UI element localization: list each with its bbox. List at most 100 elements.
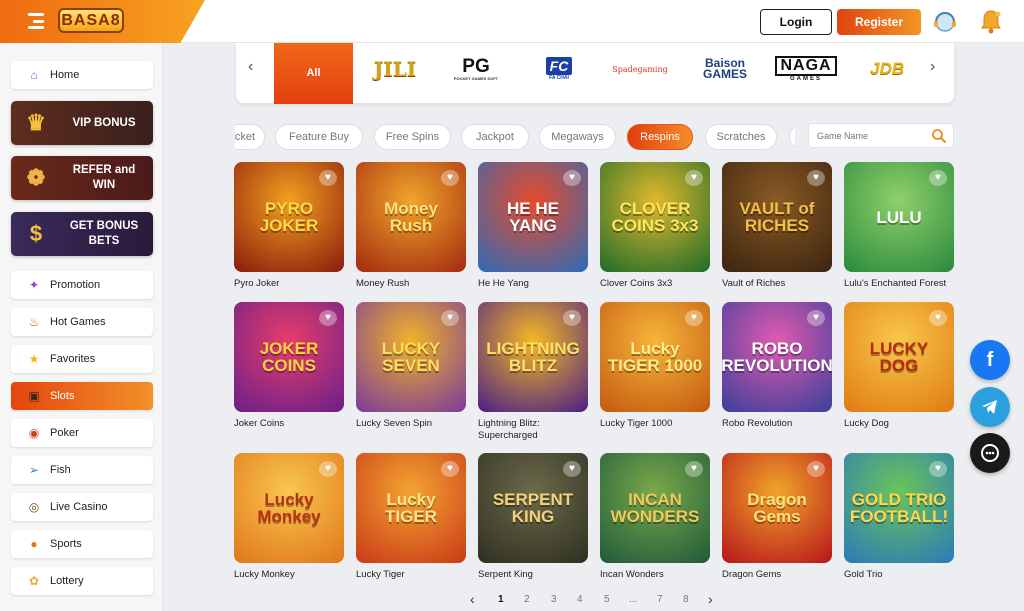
tag-chip[interactable]: Scratches <box>705 124 777 150</box>
favorite-heart-icon[interactable]: ♥ <box>441 170 459 186</box>
sidebar-item-hot-games[interactable]: ♨ Hot Games <box>11 308 153 336</box>
pagination-page[interactable]: 3 <box>551 594 557 605</box>
favorite-heart-icon[interactable]: ♥ <box>929 310 947 326</box>
tag-chip[interactable]: Jackpot <box>461 124 529 150</box>
game-tile[interactable]: CLOVER COINS 3x3 ♥ <box>600 162 710 272</box>
favorite-heart-icon[interactable]: ♥ <box>807 170 825 186</box>
provider-spadegaming[interactable]: Spadegaming <box>606 55 674 83</box>
bonus-card-vip[interactable]: ♛ VIP BONUS <box>11 101 153 145</box>
provider-fc[interactable]: FC FA CHAI <box>540 55 578 83</box>
game-tile[interactable]: INCAN WONDERS ♥ <box>600 453 710 563</box>
sidebar-item-sports[interactable]: ● Sports <box>11 530 153 558</box>
game-tile[interactable]: Lucky TIGER 1000 ♥ <box>600 302 710 412</box>
provider-jili[interactable]: JILI <box>366 55 424 83</box>
tag-chip[interactable]: Free Spins <box>374 124 451 150</box>
game-name[interactable]: Clover Coins 3x3 <box>600 278 715 290</box>
game-tile[interactable]: Lucky Monkey ♥ <box>234 453 344 563</box>
favorite-heart-icon[interactable]: ♥ <box>563 461 581 477</box>
tag-chip[interactable]: Megaways <box>539 124 616 150</box>
game-name-input[interactable] <box>809 124 924 147</box>
favorite-heart-icon[interactable]: ♥ <box>685 170 703 186</box>
game-name[interactable]: Incan Wonders <box>600 569 715 581</box>
bonus-card-refer[interactable]: ❁ REFER and WIN <box>11 156 153 200</box>
pagination-page[interactable]: 1 <box>498 594 504 605</box>
favorite-heart-icon[interactable]: ♥ <box>563 310 581 326</box>
bonus-card-bonus-bets[interactable]: $ GET BONUS BETS <box>11 212 153 256</box>
game-tile[interactable]: PYRO JOKER ♥ <box>234 162 344 272</box>
pagination-page[interactable]: 5 <box>604 594 610 605</box>
site-logo[interactable]: BASA8 <box>58 8 124 33</box>
sidebar-item-promotion[interactable]: ✦ Promotion <box>11 271 153 299</box>
game-name[interactable]: Lucky Dog <box>844 418 959 430</box>
tag-chip[interactable]: cket <box>235 124 265 150</box>
game-name[interactable]: Dragon Gems <box>722 569 837 581</box>
tag-chip[interactable] <box>789 124 795 150</box>
provider-naga[interactable]: NAGA GAMES <box>775 55 837 83</box>
game-name[interactable]: Lucky Tiger <box>356 569 471 581</box>
game-name[interactable]: Vault of Riches <box>722 278 837 290</box>
sidebar-item-live-casino[interactable]: ◎ Live Casino <box>11 493 153 521</box>
game-tile[interactable]: LUCKY SEVEN ♥ <box>356 302 466 412</box>
sidebar-item-lottery[interactable]: ✿ Lottery <box>11 567 153 595</box>
favorite-heart-icon[interactable]: ♥ <box>563 170 581 186</box>
favorite-heart-icon[interactable]: ♥ <box>685 310 703 326</box>
pagination-next-icon[interactable]: › <box>708 591 713 607</box>
favorite-heart-icon[interactable]: ♥ <box>685 461 703 477</box>
sidebar-item-fish[interactable]: ➢ Fish <box>11 456 153 484</box>
favorite-heart-icon[interactable]: ♥ <box>441 461 459 477</box>
pagination-page[interactable]: 7 <box>657 594 663 605</box>
favorite-heart-icon[interactable]: ♥ <box>807 461 825 477</box>
favorite-heart-icon[interactable]: ♥ <box>441 310 459 326</box>
favorite-heart-icon[interactable]: ♥ <box>319 461 337 477</box>
game-tile[interactable]: Lucky TIGER ♥ <box>356 453 466 563</box>
game-name[interactable]: Lucky Tiger 1000 <box>600 418 715 430</box>
telegram-icon[interactable] <box>970 387 1010 427</box>
game-tile[interactable]: ROBO REVOLUTION ♥ <box>722 302 832 412</box>
game-name[interactable]: Gold Trio <box>844 569 959 581</box>
sidebar-item-poker[interactable]: ◉ Poker <box>11 419 153 447</box>
game-tile[interactable]: GOLD TRIO FOOTBALL! ♥ <box>844 453 954 563</box>
sidebar-item-favorites[interactable]: ★ Favorites <box>11 345 153 373</box>
game-tile[interactable]: Dragon Gems ♥ <box>722 453 832 563</box>
game-name[interactable]: Serpent King <box>478 569 593 581</box>
pagination-page[interactable]: 2 <box>524 594 530 605</box>
favorite-heart-icon[interactable]: ♥ <box>929 170 947 186</box>
game-tile[interactable]: Money Rush ♥ <box>356 162 466 272</box>
game-tile[interactable]: LUCKY DOG ♥ <box>844 302 954 412</box>
chevron-right-icon[interactable]: › <box>930 58 935 76</box>
game-tile[interactable]: VAULT of RICHES ♥ <box>722 162 832 272</box>
game-name[interactable]: Lightning Blitz: Supercharged <box>478 418 593 442</box>
game-name[interactable]: Lucky Monkey <box>234 569 349 581</box>
pagination-page[interactable]: 8 <box>683 594 689 605</box>
game-tile[interactable]: HE HE YANG ♥ <box>478 162 588 272</box>
game-name[interactable]: Lucky Seven Spin <box>356 418 471 430</box>
provider-all-tab[interactable]: All <box>274 43 353 104</box>
login-button[interactable]: Login <box>760 9 832 35</box>
game-name[interactable]: Money Rush <box>356 278 471 290</box>
game-name[interactable]: Joker Coins <box>234 418 349 430</box>
game-tile[interactable]: JOKER COINS ♥ <box>234 302 344 412</box>
favorite-heart-icon[interactable]: ♥ <box>319 170 337 186</box>
pagination-prev-icon[interactable]: ‹ <box>470 591 475 607</box>
chevron-left-icon[interactable]: ‹ <box>248 58 253 76</box>
favorite-heart-icon[interactable]: ♥ <box>319 310 337 326</box>
favorite-heart-icon[interactable]: ♥ <box>929 461 947 477</box>
live-chat-icon[interactable] <box>970 433 1010 473</box>
tag-chip-active[interactable]: Respins <box>627 124 693 150</box>
pagination-page[interactable]: 4 <box>577 594 583 605</box>
hamburger-menu-icon[interactable] <box>28 13 44 29</box>
sidebar-item-slots[interactable]: ▣ Slots <box>11 382 153 410</box>
customer-support-icon[interactable] <box>932 9 958 35</box>
facebook-icon[interactable]: f <box>970 340 1010 380</box>
provider-jdb[interactable]: JDB <box>866 55 908 83</box>
game-tile[interactable]: LULU ♥ <box>844 162 954 272</box>
notification-bell-icon[interactable] <box>978 8 1004 36</box>
provider-pg[interactable]: PG POCKET GAMES SOFT <box>448 55 504 83</box>
game-name[interactable]: Lulu's Enchanted Forest <box>844 278 959 290</box>
register-button[interactable]: Register <box>837 9 921 35</box>
game-tile[interactable]: SERPENT KING ♥ <box>478 453 588 563</box>
game-name[interactable]: Robo Revolution <box>722 418 837 430</box>
provider-baison[interactable]: Baison GAMES <box>690 55 760 83</box>
tag-chip[interactable]: Feature Buy <box>275 124 363 150</box>
game-name[interactable]: He He Yang <box>478 278 593 290</box>
